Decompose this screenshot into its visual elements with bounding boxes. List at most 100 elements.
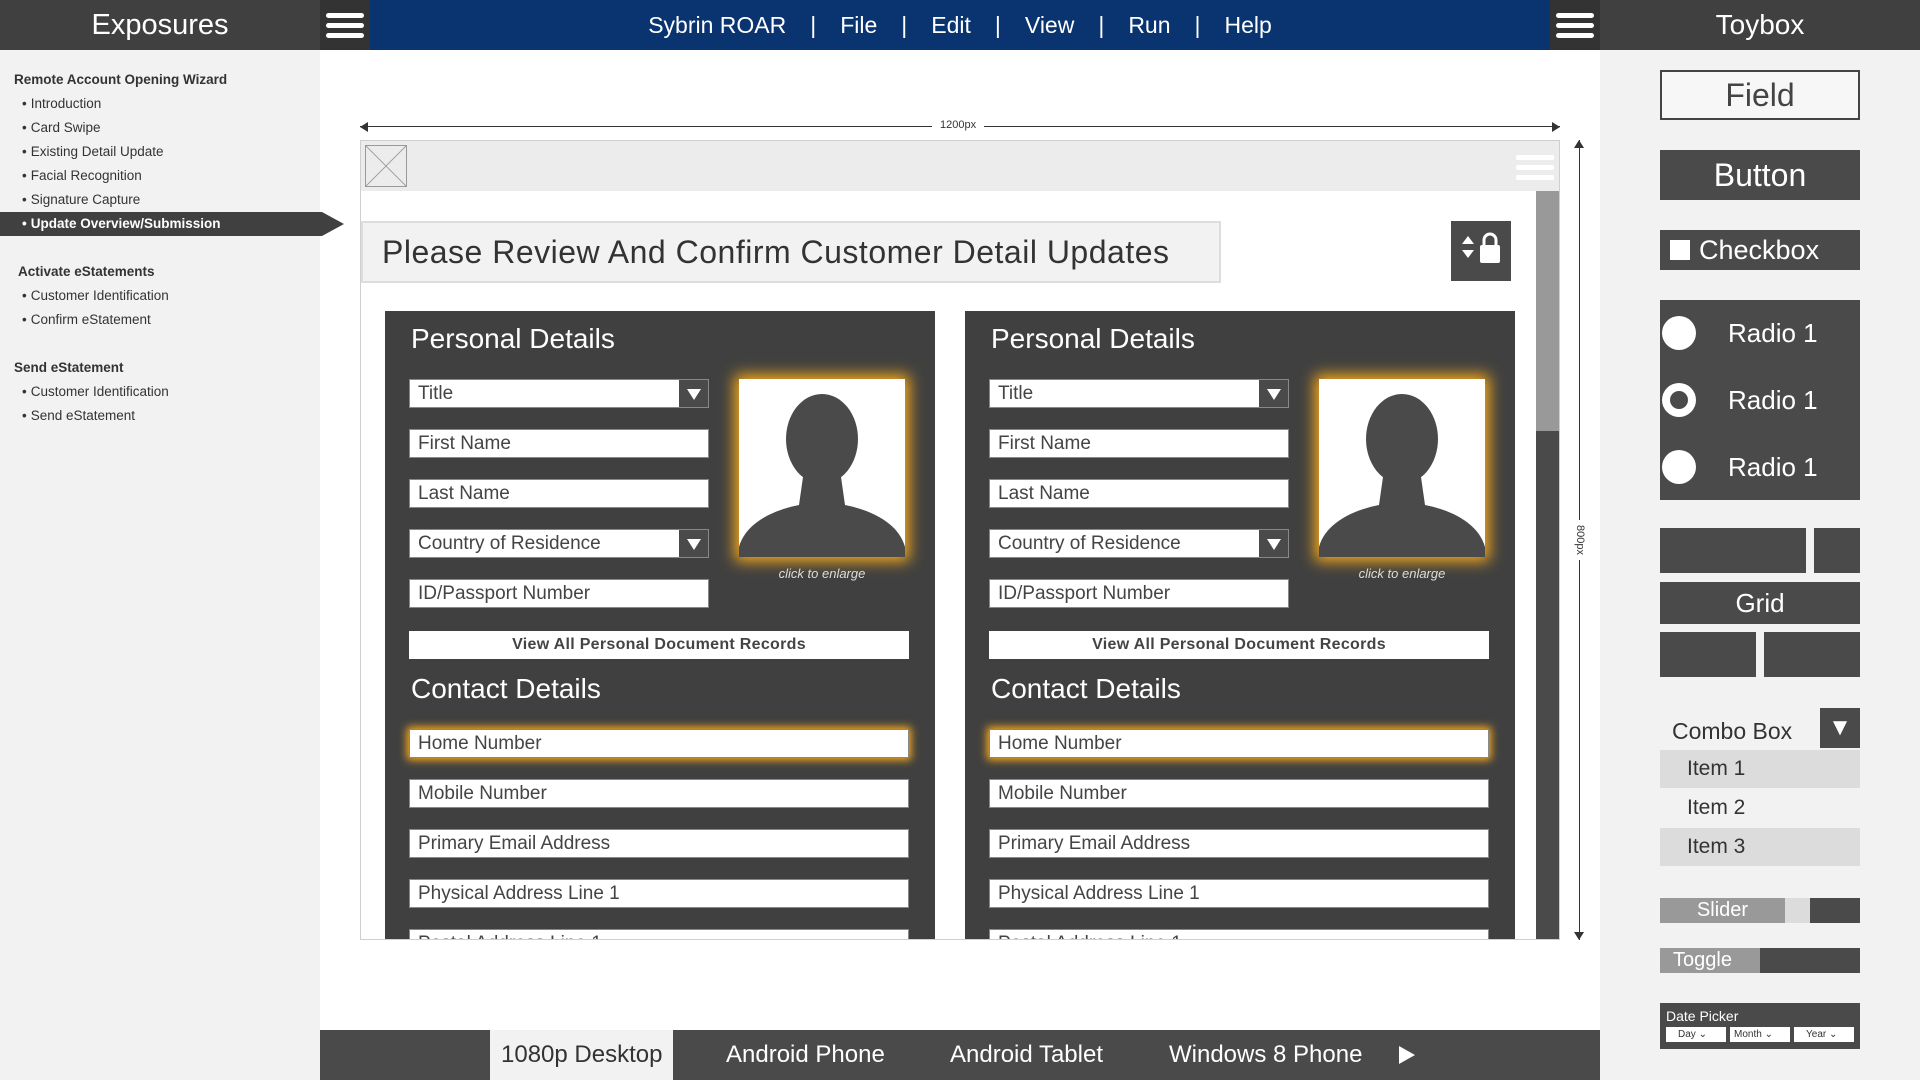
home-number-field[interactable]: Home Number [989, 729, 1489, 758]
grid-cell[interactable] [1660, 632, 1756, 677]
title-select[interactable]: Title [409, 379, 709, 408]
nav-item-confirm-estatement[interactable]: • Confirm eStatement [0, 308, 320, 332]
grid-cell[interactable] [1764, 632, 1860, 677]
field-placeholder: Title [998, 383, 1034, 404]
toybox-slider-widget[interactable]: Slider [1660, 898, 1860, 923]
menu-view[interactable]: View [1025, 12, 1074, 39]
toggle-label: Toggle [1660, 948, 1760, 973]
date-year-select[interactable]: Year ⌄ [1794, 1027, 1854, 1042]
id-passport-field[interactable]: ID/Passport Number [409, 579, 709, 608]
toybox-checkbox-widget[interactable]: Checkbox [1660, 230, 1860, 270]
hamburger-menu-icon[interactable] [1550, 0, 1600, 50]
nav-item-signature-capture[interactable]: • Signature Capture [0, 188, 320, 212]
nav-item-facial-recognition[interactable]: • Facial Recognition [0, 164, 320, 188]
nav-item-card-swipe[interactable]: • Card Swipe [0, 116, 320, 140]
nav-section-title[interactable]: Remote Account Opening Wizard [0, 68, 320, 92]
postal-address-field[interactable]: Postal Address Line 1 [409, 929, 909, 939]
nav-item-introduction[interactable]: • Introduction [0, 92, 320, 116]
field-placeholder: Country of Residence [418, 533, 601, 554]
mobile-number-field[interactable]: Mobile Number [409, 779, 909, 808]
device-tab-windows-8-phone[interactable]: Windows 8 Phone [1169, 1030, 1362, 1080]
combo-item[interactable]: Item 1 [1660, 750, 1860, 788]
nav-section-title[interactable]: Activate eStatements [0, 260, 320, 284]
menu-file[interactable]: File [840, 12, 877, 39]
nav-item-customer-identification[interactable]: • Customer Identification [0, 380, 320, 404]
nav-item-customer-identification[interactable]: • Customer Identification [0, 284, 320, 308]
device-tab-android-tablet[interactable]: Android Tablet [950, 1030, 1103, 1080]
hamburger-menu-icon[interactable] [320, 0, 370, 50]
menu-edit[interactable]: Edit [931, 12, 971, 39]
menu-run[interactable]: Run [1128, 12, 1170, 39]
first-name-field[interactable]: First Name [409, 429, 709, 458]
hamburger-menu-icon[interactable] [1515, 150, 1555, 184]
country-select[interactable]: Country of Residence [989, 529, 1289, 558]
nav-item-update-overview-active[interactable]: • Update Overview/Submission [0, 212, 344, 236]
contact-details-heading: Contact Details [991, 673, 1181, 704]
dropdown-triangle-icon[interactable]: ▼ [1820, 708, 1860, 748]
dropdown-triangle-icon[interactable] [679, 380, 708, 407]
nav-item-existing-detail-update[interactable]: • Existing Detail Update [0, 140, 320, 164]
toybox-combo-box-widget[interactable]: Combo Box ▼ [1660, 708, 1860, 748]
last-name-field[interactable]: Last Name [989, 479, 1289, 508]
preview-header-bar [361, 141, 1559, 191]
arrow-left-icon [360, 122, 368, 132]
date-day-select[interactable]: Day ⌄ [1666, 1027, 1726, 1042]
device-tab-android-phone[interactable]: Android Phone [726, 1030, 885, 1080]
view-documents-button[interactable]: View All Personal Document Records [989, 631, 1489, 659]
physical-address-field[interactable]: Physical Address Line 1 [989, 879, 1489, 908]
dropdown-triangle-icon[interactable] [679, 530, 708, 557]
physical-address-field[interactable]: Physical Address Line 1 [409, 879, 909, 908]
nav-section-wizard: Remote Account Opening Wizard • Introduct… [0, 68, 344, 236]
play-arrow-icon[interactable] [1395, 1030, 1417, 1080]
postal-address-field[interactable]: Postal Address Line 1 [989, 929, 1489, 939]
toybox-button-widget[interactable]: Button [1660, 150, 1860, 200]
field-placeholder: Title [418, 383, 454, 404]
grid-cell[interactable] [1814, 528, 1860, 573]
last-name-field[interactable]: Last Name [409, 479, 709, 508]
radio-option[interactable]: Radio 1 [1660, 447, 1860, 487]
email-field[interactable]: Primary Email Address [989, 829, 1489, 858]
device-tab-1080p-desktop[interactable]: 1080p Desktop [490, 1030, 674, 1080]
date-month-select[interactable]: Month ⌄ [1730, 1027, 1790, 1042]
menu-help[interactable]: Help [1225, 12, 1272, 39]
radio-option[interactable]: Radio 1 [1660, 380, 1860, 420]
combo-item[interactable]: Item 2 [1660, 789, 1860, 827]
mobile-number-field[interactable]: Mobile Number [989, 779, 1489, 808]
combo-box-label: Combo Box [1672, 718, 1793, 744]
personal-details-heading: Personal Details [991, 323, 1195, 354]
nav-item-send-estatement[interactable]: • Send eStatement [0, 404, 320, 428]
radio-option[interactable]: Radio 1 [1660, 313, 1860, 353]
email-field[interactable]: Primary Email Address [409, 829, 909, 858]
nav-item-label: Customer Identification [30, 288, 169, 303]
dropdown-triangle-icon[interactable] [1259, 530, 1288, 557]
toybox-title: Toybox [1600, 0, 1920, 50]
first-name-field[interactable]: First Name [989, 429, 1289, 458]
home-number-field[interactable]: Home Number [409, 729, 909, 758]
vertical-scrollbar[interactable] [1536, 191, 1559, 939]
toybox-radio-widget[interactable]: Radio 1 Radio 1 Radio 1 [1660, 300, 1860, 500]
nav-section-title[interactable]: Send eStatement [0, 356, 320, 380]
dropdown-triangle-icon[interactable] [1259, 380, 1288, 407]
photo-caption[interactable]: click to enlarge [739, 566, 905, 581]
photo-caption[interactable]: click to enlarge [1319, 566, 1485, 581]
customer-photo[interactable] [739, 379, 905, 557]
toybox-toggle-widget[interactable]: Toggle [1660, 948, 1860, 973]
date-part-label: Year [1806, 1029, 1827, 1040]
view-documents-button[interactable]: View All Personal Document Records [409, 631, 909, 659]
menu-app-title[interactable]: Sybrin ROAR [648, 12, 786, 39]
date-part-label: Day [1678, 1029, 1696, 1040]
date-part-label: Month [1734, 1029, 1762, 1040]
id-passport-field[interactable]: ID/Passport Number [989, 579, 1289, 608]
grid-cell[interactable] [1660, 528, 1806, 573]
customer-photo[interactable] [1319, 379, 1485, 557]
toybox-date-picker-widget[interactable]: Date Picker Day ⌄ Month ⌄ Year ⌄ [1660, 1003, 1860, 1049]
menu-separator: | [810, 11, 817, 38]
scrollbar-thumb[interactable] [1536, 191, 1559, 431]
toybox-grid-widget[interactable]: Grid [1660, 582, 1860, 624]
country-select[interactable]: Country of Residence [409, 529, 709, 558]
toybox-field-widget[interactable]: Field [1660, 70, 1860, 120]
slider-handle[interactable] [1785, 898, 1810, 923]
lock-sort-button[interactable] [1451, 221, 1511, 281]
combo-item[interactable]: Item 3 [1660, 828, 1860, 866]
title-select[interactable]: Title [989, 379, 1289, 408]
